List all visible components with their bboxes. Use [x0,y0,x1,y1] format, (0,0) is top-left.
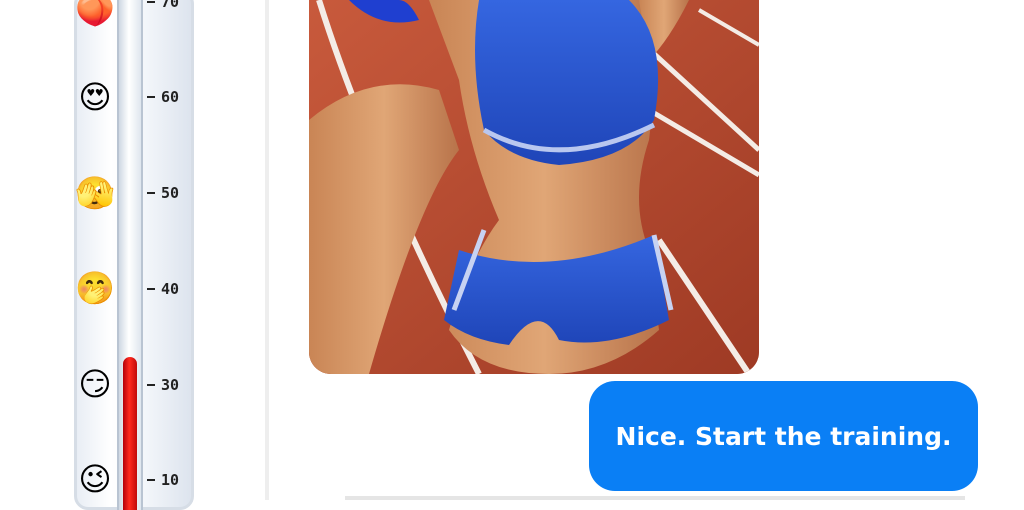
thermometer-fill [123,357,137,510]
photo-image [309,0,759,374]
tick-30: 30 [147,376,179,394]
tick-40: 40 [147,280,179,298]
heart-eyes-icon: 😍 [78,78,112,116]
tick-50: 50 [147,184,179,202]
tick-60: 60 [147,88,179,106]
arousal-thermometer: 🍑 😍 🫣 🤭 😏 😉 70 60 50 40 30 10 [74,0,194,510]
tick-70: 70 [147,0,179,11]
smirk-icon: 😏 [78,365,112,403]
face-peeking-icon: 🫣 [75,174,115,212]
wink-icon: 😉 [78,460,112,498]
tick-10: 10 [147,471,179,489]
message-text: Nice. Start the training. [615,421,952,451]
outgoing-message-bubble[interactable]: Nice. Start the training. [589,381,978,491]
composer-edge [345,496,965,500]
column-divider [265,0,269,500]
hand-over-mouth-icon: 🤭 [75,269,115,307]
photo-message[interactable] [309,0,759,374]
peach-icon: 🍑 [75,0,115,28]
